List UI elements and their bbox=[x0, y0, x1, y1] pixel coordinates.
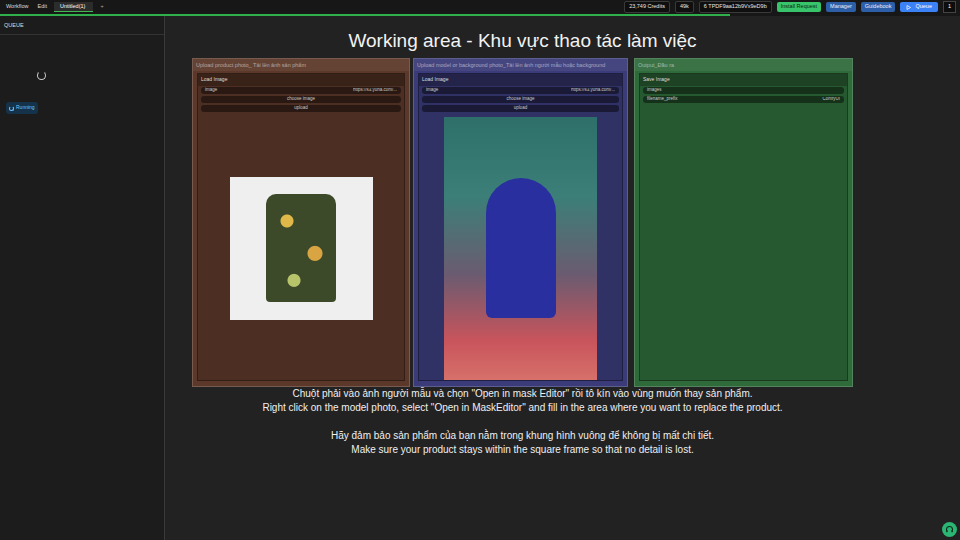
toolbar-button[interactable]: 23,749 Credits bbox=[624, 1, 670, 13]
model-photo[interactable] bbox=[444, 117, 597, 380]
node-group[interactable]: Upload model or background photo_Tải lên… bbox=[413, 58, 628, 387]
node[interactable]: Load Image image https://s3.yuna.com/... ch… bbox=[418, 73, 623, 381]
menu-item[interactable]: Edit bbox=[36, 3, 49, 11]
widget-label: image bbox=[205, 88, 217, 93]
instructions: Chuột phải vào ảnh người mẫu và chọn "Op… bbox=[192, 387, 853, 457]
node-group[interactable]: Upload product photo_ Tải lên ảnh sản ph… bbox=[192, 58, 410, 387]
node-title: Load Image bbox=[198, 74, 404, 86]
toolbar-button[interactable]: 6 TPDF9aa12b9Vx9eD9b bbox=[699, 1, 772, 13]
queue-sidebar: QUEUE Running bbox=[0, 16, 165, 540]
node-widget[interactable]: images bbox=[643, 87, 844, 94]
workflow-tab[interactable]: Untitled(1) bbox=[54, 2, 93, 13]
group-title: Upload product photo_ Tải lên ảnh sản ph… bbox=[193, 59, 409, 71]
node-button[interactable]: choose image bbox=[422, 96, 619, 103]
canvas-title: Working area - Khu vực thao tác làm việc bbox=[192, 30, 853, 53]
figure-shape bbox=[486, 178, 556, 318]
preview-area bbox=[419, 113, 622, 380]
widget-label: upload bbox=[294, 106, 308, 111]
product-photo[interactable] bbox=[230, 177, 373, 320]
app-window: Workflow Edit Untitled(1) +23,749 Credits 49… bbox=[0, 0, 960, 540]
group-body: Load Image image https://s3.yuna.com/... ch… bbox=[193, 71, 409, 386]
node-button[interactable]: upload bbox=[201, 105, 401, 112]
toolbar-button[interactable]: Install Request bbox=[777, 2, 821, 12]
node-button[interactable]: upload bbox=[422, 105, 619, 112]
node-canvas[interactable]: Working area - Khu vực thao tác làm việc… bbox=[165, 16, 960, 540]
group-title: Upload model or background photo_Tải lên… bbox=[414, 59, 627, 71]
menu-item[interactable]: Workflow bbox=[4, 3, 31, 11]
sidebar-title: QUEUE bbox=[0, 16, 164, 35]
widget-label: choose image bbox=[506, 97, 534, 102]
instruction-line: Hãy đảm bảo sản phẩm của bạn nằm trong k… bbox=[192, 429, 853, 443]
widget-label: choose image bbox=[287, 97, 315, 102]
queue-count[interactable]: 1 bbox=[943, 1, 956, 13]
widget-label: images bbox=[647, 88, 662, 93]
queue-label: Queue bbox=[915, 4, 932, 10]
toolbar-button[interactable]: 49k bbox=[675, 1, 694, 13]
widget-label: upload bbox=[514, 106, 528, 111]
node-widget[interactable]: image https://s3.yuna.com/... bbox=[422, 87, 619, 94]
widget-value: https://s3.yuna.com/... bbox=[353, 88, 397, 93]
node-group[interactable]: Output_Đầu ra Save Image images filename_pr… bbox=[634, 58, 853, 387]
preview-area bbox=[640, 104, 847, 380]
shirt-shape bbox=[266, 194, 336, 302]
node-button[interactable]: choose image bbox=[201, 96, 401, 103]
help-button[interactable] bbox=[942, 522, 957, 537]
widget-value: https://s3.yuna.com/... bbox=[571, 88, 615, 93]
instruction-line: Make sure your product stays within the … bbox=[192, 443, 853, 457]
widget-value: ComfyUI bbox=[822, 97, 840, 102]
preview-area bbox=[198, 113, 404, 380]
group-title: Output_Đầu ra bbox=[635, 59, 852, 71]
main-area: QUEUE Running Working area - Khu vực thao … bbox=[0, 16, 960, 540]
headset-icon bbox=[945, 525, 954, 534]
status-text: Running bbox=[16, 104, 35, 112]
node[interactable]: Load Image image https://s3.yuna.com/... ch… bbox=[197, 73, 405, 381]
node-widget[interactable]: image https://s3.yuna.com/... bbox=[201, 87, 401, 94]
status-badge: Running bbox=[6, 102, 38, 114]
loading-spinner-icon bbox=[37, 71, 46, 80]
node-title: Load Image bbox=[419, 74, 622, 86]
top-bar: Workflow Edit Untitled(1) +23,749 Credits 49… bbox=[0, 0, 960, 14]
widget-label: image bbox=[426, 88, 438, 93]
node-widget[interactable]: filename_prefix ComfyUI bbox=[643, 96, 844, 103]
widget-label: filename_prefix bbox=[647, 97, 678, 102]
toolbar-button[interactable]: Manager bbox=[826, 2, 856, 12]
spinner-icon bbox=[9, 106, 14, 111]
node[interactable]: Save Image images filename_prefix ComfyUI bbox=[639, 73, 848, 381]
node-title: Save Image bbox=[640, 74, 847, 86]
new-tab-button[interactable]: + bbox=[98, 4, 105, 10]
group-body: Save Image images filename_prefix ComfyUI bbox=[635, 71, 852, 386]
toolbar-button[interactable]: Guidebook bbox=[861, 2, 896, 12]
group-body: Load Image image https://s3.yuna.com/... ch… bbox=[414, 71, 627, 386]
instruction-line: Chuột phải vào ảnh người mẫu và chọn "Op… bbox=[192, 387, 853, 401]
instruction-line: Right click on the model photo, select "… bbox=[192, 401, 853, 415]
queue-button[interactable]: Queue bbox=[900, 2, 938, 12]
play-icon bbox=[906, 5, 911, 10]
